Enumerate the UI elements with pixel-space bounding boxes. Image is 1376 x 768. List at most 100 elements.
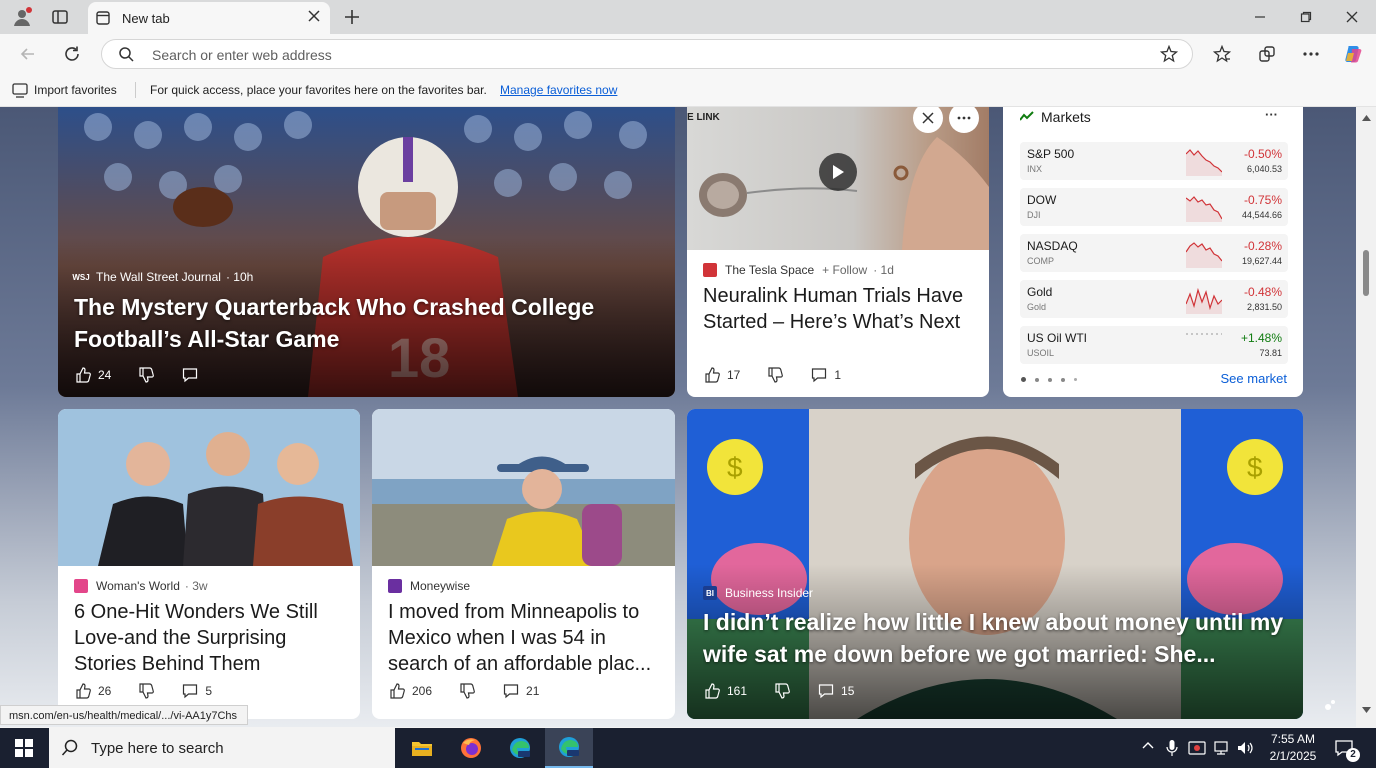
back-icon[interactable]: [16, 42, 40, 66]
big-card-headline[interactable]: I didn’t realize how little I knew about…: [703, 606, 1288, 670]
market-row-sp500[interactable]: S&P 500 INX -0.50% 6,040.53: [1020, 142, 1288, 180]
video-article-card[interactable]: E LINK The Tesla Space + Follow · 1d Neu…: [687, 107, 989, 397]
microphone-icon[interactable]: [1166, 739, 1178, 757]
card1-source: Woman's World: [96, 579, 180, 593]
video-thumbnail[interactable]: E LINK: [687, 107, 989, 250]
profile-icon[interactable]: [10, 5, 34, 29]
comment-icon[interactable]: [181, 366, 199, 384]
like-icon[interactable]: [703, 682, 721, 700]
markets-title[interactable]: Markets: [1041, 109, 1091, 125]
add-favorite-star-icon[interactable]: [1160, 45, 1178, 63]
wsj-logo-icon: WSJ: [72, 272, 90, 282]
comment-icon[interactable]: [810, 366, 828, 384]
pager-dot[interactable]: [1074, 378, 1077, 381]
tab-new-tab[interactable]: New tab: [88, 2, 330, 34]
search-icon: [61, 739, 79, 757]
card1-headline[interactable]: 6 One-Hit Wonders We Still Love-and the …: [74, 599, 349, 677]
market-name: DOW: [1027, 193, 1057, 207]
minimize-button[interactable]: [1248, 5, 1272, 29]
dislike-icon[interactable]: [137, 366, 155, 384]
article-card-one-hit-wonders[interactable]: Woman's World · 3w 6 One-Hit Wonders We …: [58, 409, 360, 719]
close-window-button[interactable]: [1340, 5, 1364, 29]
article-card-minneapolis-mexico[interactable]: Moneywise I moved from Minneapolis to Me…: [372, 409, 675, 719]
big-card-source: Business Insider: [725, 586, 814, 600]
manage-favorites-link[interactable]: Manage favorites now: [500, 83, 617, 97]
comment-icon[interactable]: [817, 682, 835, 700]
favorites-icon[interactable]: [1210, 42, 1234, 66]
market-row-gold[interactable]: Gold Gold -0.48% 2,831.50: [1020, 280, 1288, 318]
new-tab-button[interactable]: [340, 5, 364, 29]
article-card-money-marriage[interactable]: $ $ BI Business Insider I didn’t realize…: [687, 409, 1303, 719]
dislike-icon[interactable]: [773, 682, 791, 700]
scroll-up-arrow-icon[interactable]: [1362, 115, 1371, 121]
like-icon[interactable]: [703, 366, 721, 384]
edge-dev-icon[interactable]: [545, 728, 593, 768]
tray-chevron-icon[interactable]: [1142, 741, 1154, 749]
markets-pager[interactable]: [1021, 377, 1077, 382]
address-input[interactable]: [150, 45, 1134, 65]
video-headline[interactable]: Neuralink Human Trials Have Started – He…: [703, 283, 978, 335]
hero-article-card[interactable]: 18 WSJ The Wall Street Journal · 10h The…: [58, 107, 675, 397]
taskbar-search-box[interactable]: [49, 728, 395, 768]
market-value: 44,544.66: [1241, 210, 1282, 220]
card2-headline[interactable]: I moved from Minneapolis to Mexico when …: [388, 599, 666, 677]
market-row-oil[interactable]: US Oil WTI USOIL +1.48% 73.81: [1020, 326, 1288, 364]
see-market-link[interactable]: See market: [1221, 371, 1287, 386]
dislike-icon[interactable]: [137, 682, 155, 700]
market-row-nasdaq[interactable]: NASDAQ COMP -0.28% 19,627.44: [1020, 234, 1288, 272]
market-symbol: INX: [1027, 164, 1043, 174]
customize-page-icon[interactable]: [1322, 697, 1338, 713]
import-favorites-icon[interactable]: [12, 82, 28, 98]
taskbar-search-input[interactable]: [89, 738, 383, 758]
article-photo: [372, 409, 675, 566]
scroll-down-arrow-icon[interactable]: [1362, 707, 1371, 713]
markets-more-icon[interactable]: ···: [1265, 107, 1278, 122]
import-favorites-button[interactable]: Import favorites: [34, 83, 117, 97]
like-icon[interactable]: [74, 366, 92, 384]
taskbar-clock[interactable]: 7:55 AM 2/1/2025: [1262, 731, 1324, 765]
dislike-icon[interactable]: [766, 366, 784, 384]
tab-actions-icon[interactable]: [50, 7, 70, 27]
comment-icon[interactable]: [181, 682, 199, 700]
file-explorer-icon[interactable]: [398, 728, 446, 768]
market-change: -0.50%: [1243, 147, 1282, 161]
firefox-icon[interactable]: [447, 728, 495, 768]
page-scrollbar[interactable]: [1356, 107, 1376, 727]
close-tab-icon[interactable]: [308, 10, 320, 22]
market-value: 6,040.53: [1246, 164, 1282, 174]
pager-dot[interactable]: [1048, 377, 1052, 382]
network-icon[interactable]: [1212, 739, 1230, 757]
pager-dot[interactable]: [1061, 377, 1065, 382]
restore-button[interactable]: [1294, 5, 1318, 29]
scrollbar-thumb[interactable]: [1363, 250, 1369, 296]
favorites-bar: Import favorites For quick access, place…: [0, 74, 1376, 107]
market-change: -0.48%: [1243, 285, 1282, 299]
dislike-icon[interactable]: [458, 682, 476, 700]
like-icon[interactable]: [388, 682, 406, 700]
comment-icon[interactable]: [502, 682, 520, 700]
more-options-icon[interactable]: [1299, 42, 1323, 66]
big-card-comment-count: 15: [841, 684, 855, 698]
card1-comment-count: 5: [205, 684, 213, 698]
volume-icon[interactable]: [1236, 739, 1254, 757]
copilot-icon[interactable]: [1340, 41, 1366, 67]
like-icon[interactable]: [74, 682, 92, 700]
search-icon: [118, 46, 134, 62]
address-bar[interactable]: [101, 39, 1193, 69]
card2-source: Moneywise: [410, 579, 471, 593]
market-sparkline: [1186, 333, 1222, 335]
refresh-icon[interactable]: [60, 42, 84, 66]
collections-icon[interactable]: [1255, 42, 1279, 66]
market-symbol: COMP: [1027, 256, 1054, 266]
market-row-dow[interactable]: DOW DJI -0.75% 44,544.66: [1020, 188, 1288, 226]
edge-beta-icon[interactable]: [496, 728, 544, 768]
start-button[interactable]: [0, 728, 48, 768]
market-name: S&P 500: [1027, 147, 1075, 161]
play-button-icon[interactable]: [819, 153, 857, 191]
pager-dot-active[interactable]: [1021, 377, 1026, 382]
security-icon[interactable]: [1188, 739, 1206, 757]
markets-logo-icon: [1020, 111, 1034, 121]
follow-button[interactable]: + Follow: [822, 263, 867, 277]
hero-headline[interactable]: The Mystery Quarterback Who Crashed Coll…: [74, 291, 634, 355]
pager-dot[interactable]: [1035, 377, 1039, 382]
